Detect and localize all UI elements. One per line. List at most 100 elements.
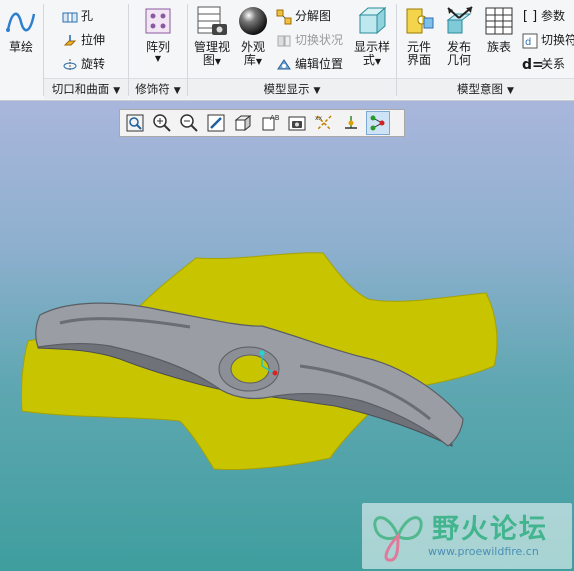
parameters-button[interactable]: [ ] 参数 [522, 6, 565, 26]
family-table-label: 族表 [486, 40, 511, 54]
saved-views-icon: AB [262, 114, 280, 131]
appearance-sphere-icon [239, 7, 267, 35]
switch-symbols-label: 切换符 [541, 33, 574, 47]
chevron-down-icon: ▼ [113, 86, 121, 96]
family-table-button[interactable]: 族表 [482, 4, 516, 54]
manage-views-button[interactable]: 管理视 图▼ [192, 4, 232, 68]
exploded-view-button[interactable]: 分解图 [276, 6, 331, 26]
view-manager-button[interactable] [286, 112, 308, 134]
exploded-view-icon [276, 9, 292, 24]
revolve-button[interactable]: 旋转 [62, 54, 105, 74]
appearance-button[interactable]: 外观 库▼ [236, 4, 270, 68]
relations-label: 关系 [541, 57, 566, 71]
manage-views-label-2: 图 [202, 53, 215, 67]
butterfly-logo-icon [373, 516, 423, 562]
chevron-down-icon: ▼ [313, 86, 321, 96]
datum-display-button[interactable]: xx [313, 112, 335, 134]
svg-text:AB: AB [270, 114, 280, 122]
extrude-button[interactable]: 拉伸 [62, 30, 105, 50]
zoom-out-icon [180, 114, 198, 132]
component-interface-label-2: 界面 [406, 53, 431, 67]
chevron-down-icon: ▼ [374, 57, 382, 66]
component-interface-icon [406, 8, 434, 34]
zoom-in-button[interactable] [151, 112, 173, 134]
watermark: 野火论坛 www.proewildfire.cn [362, 503, 572, 569]
pattern-icon [145, 8, 171, 34]
display-style-label-2: 式 [362, 53, 375, 67]
spin-center-button[interactable] [340, 112, 362, 134]
sketch-button[interactable]: 草绘 [4, 4, 38, 54]
hole-icon [62, 12, 78, 22]
display-style-icon [234, 114, 252, 132]
center-hole[interactable] [230, 354, 270, 384]
display-style-toolbar-button[interactable] [232, 112, 254, 134]
saved-views-button[interactable]: AB [259, 112, 281, 134]
appearance-label-2: 库 [243, 53, 256, 67]
edit-position-button[interactable]: 编辑位置 [276, 54, 343, 74]
group-model-intent[interactable]: 模型意图 ▼ [397, 78, 574, 99]
component-interface-label: 元件 [406, 40, 431, 54]
hole-label: 孔 [81, 9, 94, 23]
graphics-viewport[interactable]: AB xx 野火论坛 www.proewildfire.cn [0, 101, 574, 571]
refit-icon [126, 114, 144, 132]
view-manager-icon [197, 6, 227, 35]
datum-display-icon: xx [315, 115, 332, 131]
group-model-display[interactable]: 模型显示 ▼ [188, 78, 396, 99]
group-cosmetic-label: 修饰符 [135, 82, 170, 96]
group-engineering[interactable]: 切口和曲面 ▼ [44, 78, 128, 99]
chevron-down-icon: ▼ [255, 57, 263, 66]
ribbon: 草绘 孔 拉伸 旋转 切口和曲面 ▼ 阵列 ▼ 修饰符 ▼ 管理视 图▼ 外观 … [0, 0, 574, 101]
pattern-button[interactable]: 阵列 ▼ [138, 4, 178, 63]
chevron-down-icon: ▼ [154, 54, 162, 63]
sketch-label: 草绘 [8, 40, 33, 54]
pattern-label: 阵列 [145, 40, 170, 54]
hole-button[interactable]: 孔 [62, 6, 93, 26]
zoom-in-icon [153, 114, 171, 132]
spin-center-icon [345, 116, 357, 129]
chevron-down-icon: ▼ [507, 86, 514, 96]
annotation-display-icon [370, 115, 385, 131]
watermark-url: www.proewildfire.cn [428, 545, 539, 558]
manage-views-label: 管理视 [193, 40, 230, 54]
family-table-icon [485, 7, 513, 35]
revolve-label: 旋转 [81, 57, 106, 71]
switch-symbols-icon: d [522, 33, 538, 48]
relations-icon: d= [522, 56, 544, 73]
display-style-button[interactable]: 显示样 式▼ [352, 4, 392, 68]
model-canvas[interactable] [0, 101, 574, 571]
chevron-down-icon: ▼ [173, 86, 181, 96]
group-model-display-label: 模型显示 [263, 82, 310, 96]
exploded-view-label: 分解图 [295, 9, 332, 23]
svg-text:xx: xx [315, 115, 323, 122]
toggle-status-icon [277, 35, 291, 46]
parameters-icon: [ ] [522, 8, 538, 24]
chevron-down-icon: ▼ [214, 57, 222, 66]
parameters-label: 参数 [541, 9, 566, 23]
csys-origin[interactable] [259, 350, 265, 356]
extrude-icon [63, 34, 77, 45]
revolve-icon [63, 58, 77, 71]
csys-point[interactable] [272, 370, 278, 376]
repaint-icon [207, 114, 225, 132]
repaint-button[interactable] [205, 112, 227, 134]
toggle-status-button[interactable]: 切换状况 [276, 30, 343, 50]
display-style-cube-icon [358, 6, 387, 35]
appearance-label: 外观 [240, 40, 265, 54]
relations-button[interactable]: d=关系 [522, 54, 565, 74]
group-engineering-label: 切口和曲面 [51, 82, 110, 96]
switch-symbols-button[interactable]: d 切换符 [522, 30, 574, 50]
annotation-display-button[interactable] [366, 111, 390, 135]
sketch-icon [6, 12, 36, 32]
group-cosmetic[interactable]: 修饰符 ▼ [129, 78, 187, 99]
toggle-status-label: 切换状况 [295, 33, 344, 47]
publish-geometry-label: 发布 [446, 40, 471, 54]
publish-geometry-icon [446, 6, 473, 34]
edit-position-label: 编辑位置 [295, 57, 344, 71]
component-interface-button[interactable]: 元件 界面 [401, 4, 437, 67]
zoom-out-button[interactable] [178, 112, 200, 134]
publish-geometry-label-2: 几何 [446, 53, 471, 67]
watermark-title: 野火论坛 [432, 514, 548, 545]
refit-button[interactable] [124, 112, 146, 134]
publish-geometry-button[interactable]: 发布 几何 [441, 4, 477, 67]
view-toolbar: AB xx [119, 109, 405, 137]
